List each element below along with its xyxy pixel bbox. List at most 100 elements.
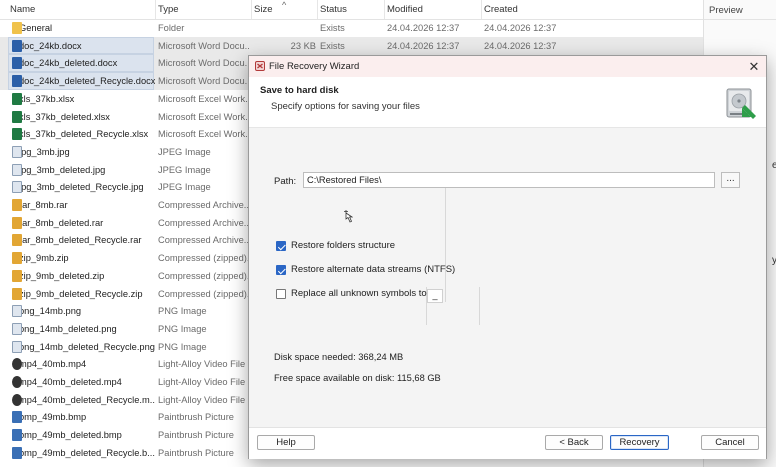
file-type: PNG Image (158, 323, 207, 334)
bmp-icon (12, 411, 22, 424)
file-name: bmp_49mb_deleted.bmp (19, 430, 122, 441)
file-type: JPEG Image (158, 164, 211, 175)
wizard-app-icon (255, 61, 265, 71)
file-type: Paintbrush Picture (158, 412, 234, 423)
file-type: Compressed Archive... (158, 235, 250, 246)
column-header-created[interactable]: Created (482, 0, 703, 19)
file-type: Microsoft Word Docu... (158, 40, 250, 51)
wizard-step-subtitle: Specify options for saving your files (271, 101, 420, 112)
file-name: jpg_3mb_deleted.jpg (19, 164, 106, 175)
option-label: Restore folders structure (291, 240, 396, 251)
help-button[interactable]: Help (257, 435, 315, 450)
file-name: png_14mb.png (19, 306, 82, 317)
file-name: png_14mb_deleted_Recycle.png (19, 341, 155, 352)
image-icon (12, 181, 22, 194)
file-name: bmp_49mb.bmp (19, 412, 87, 423)
image-icon (12, 145, 22, 158)
restore-streams-checkbox[interactable] (276, 265, 286, 275)
close-button[interactable]: ✕ (745, 58, 763, 75)
folder-icon (12, 22, 22, 34)
file-name: doc_24kb_deleted_Recycle.docx (19, 76, 155, 87)
dialog-titlebar[interactable]: File Recovery Wizard ✕ (249, 56, 766, 77)
file-type: JPEG Image (158, 146, 211, 157)
file-name: bmp_49mb_deleted_Recycle.b... (19, 447, 155, 458)
archive-icon (12, 234, 22, 247)
bmp-icon (12, 429, 22, 442)
file-name: rar_8mb_deleted.rar (19, 217, 104, 228)
sort-ascending-icon: ^ (282, 0, 287, 10)
file-type: PNG Image (158, 341, 207, 352)
close-icon: ✕ (748, 59, 760, 74)
image-icon (12, 340, 22, 353)
bmp-icon (12, 446, 22, 459)
file-type: Microsoft Excel Work... (158, 129, 250, 140)
column-header-type[interactable]: Type (156, 0, 252, 19)
word-icon (12, 57, 22, 70)
path-input[interactable] (303, 172, 715, 188)
archive-icon (12, 269, 22, 282)
file-size: 23 KB (290, 40, 316, 51)
image-icon (12, 305, 22, 318)
file-type: Light-Alloy Video File (158, 394, 246, 405)
image-icon (12, 163, 22, 176)
excel-icon (12, 128, 22, 141)
column-header-status[interactable]: Status (318, 0, 385, 19)
file-type: Light-Alloy Video File (158, 359, 246, 370)
preview-title: Preview (709, 5, 743, 16)
word-icon (12, 75, 22, 88)
file-name: mp4_40mb_deleted.mp4 (19, 377, 122, 387)
image-icon (12, 322, 22, 335)
file-type: PNG Image (158, 306, 207, 317)
table-row[interactable]: doc_24kb.docx Microsoft Word Docu... 23 KB… (0, 36, 703, 55)
file-name: mp4_40mb_deleted_Recycle.m... (19, 394, 155, 405)
preview-text-fragment: y (772, 255, 776, 266)
wizard-footer: Help < Back Recovery Cancel (249, 427, 766, 459)
file-type: Compressed Archive... (158, 217, 250, 228)
file-name: rar_8mb_deleted_Recycle.rar (19, 235, 142, 246)
file-created: 24.04.2026 12:37 (484, 40, 557, 51)
archive-icon (12, 252, 22, 265)
disk-space-free: Free space available on disk: 115,68 GB (274, 373, 441, 383)
file-created: 24.04.2026 12:37 (484, 23, 557, 33)
file-type: Compressed Archive... (158, 200, 250, 210)
excel-icon (12, 110, 22, 123)
back-button[interactable]: < Back (545, 435, 603, 450)
option-label: Replace all unknown symbols to (291, 288, 427, 299)
file-name: mp4_40mb.mp4 (19, 359, 87, 370)
file-name: doc_24kb_deleted.docx (19, 58, 118, 69)
file-name: xls_37kb.xlsx (19, 93, 75, 104)
disk-space-needed: Disk space needed: 368,24 MB (274, 352, 404, 362)
dialog-title: File Recovery Wizard (269, 61, 360, 72)
preview-text-fragment: e (772, 160, 776, 171)
mouse-cursor-icon (344, 210, 353, 223)
table-row[interactable]: General Folder Exists 24.04.2026 12:37 24.04… (0, 19, 703, 37)
file-list-header: Name Type Size ^ Status Modified Created (0, 0, 703, 20)
file-name: General (19, 23, 53, 33)
archive-icon (12, 199, 22, 211)
replace-symbol-input[interactable]: _ (427, 289, 443, 303)
file-name: png_14mb_deleted.png (19, 323, 117, 334)
browse-button[interactable]: ... (721, 172, 740, 188)
column-header-name[interactable]: Name (8, 0, 156, 19)
file-name: zip_9mb_deleted_Recycle.zip (19, 288, 143, 299)
hard-disk-icon (726, 88, 756, 119)
option-label: Restore alternate data streams (NTFS) (291, 264, 456, 275)
file-recovery-wizard-dialog: File Recovery Wizard ✕ Save to hard disk… (248, 55, 767, 459)
file-type: Folder (158, 23, 185, 33)
file-name: jpg_3mb.jpg (19, 146, 70, 157)
video-icon (12, 376, 22, 388)
cancel-button[interactable]: Cancel (701, 435, 759, 450)
file-name: xls_37kb_deleted_Recycle.xlsx (19, 129, 149, 140)
archive-icon (12, 287, 22, 300)
file-name: jpg_3mb_deleted_Recycle.jpg (19, 182, 144, 193)
file-status: Exists (320, 40, 345, 51)
file-modified: 24.04.2026 12:37 (387, 40, 460, 51)
restore-folders-checkbox[interactable] (276, 241, 286, 251)
file-name: xls_37kb_deleted.xlsx (19, 111, 110, 122)
archive-icon (12, 216, 22, 229)
file-name: zip_9mb_deleted.zip (19, 270, 105, 281)
replace-symbols-checkbox[interactable] (276, 289, 286, 299)
column-header-modified[interactable]: Modified (385, 0, 482, 19)
file-type: Microsoft Word Docu... (158, 76, 250, 87)
recovery-button[interactable]: Recovery (610, 435, 669, 450)
